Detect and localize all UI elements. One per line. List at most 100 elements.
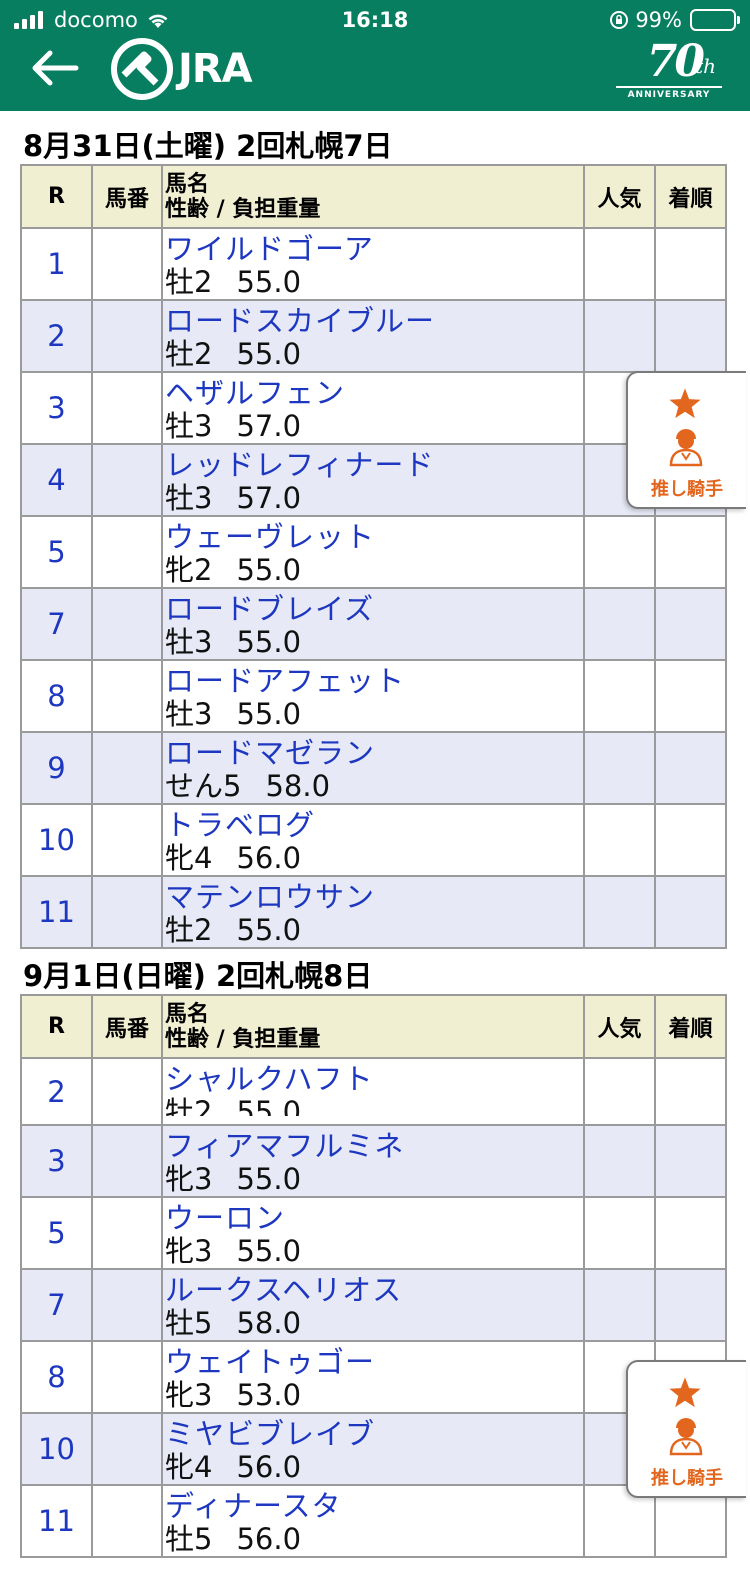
- horse-name-link[interactable]: レッドレフィナード: [165, 449, 582, 482]
- carried-weight: 55.0: [236, 337, 302, 371]
- star-icon: [669, 1377, 701, 1408]
- horse-name-link[interactable]: ディナースタ: [165, 1490, 582, 1523]
- table-row[interactable]: 2 ロードスカイブルー 牡2 55.0: [20, 299, 727, 373]
- finish-cell: [654, 875, 727, 949]
- race-number-link[interactable]: 1: [20, 227, 93, 301]
- horse-name-link[interactable]: ヘザルフェン: [165, 377, 582, 410]
- race-number-link[interactable]: 9: [20, 731, 93, 805]
- race-number-link[interactable]: 3: [20, 371, 93, 445]
- horse-name-link[interactable]: ルークスヘリオス: [165, 1274, 582, 1307]
- back-arrow-icon[interactable]: [26, 44, 82, 92]
- horse-name-link[interactable]: フィアマフルミネ: [165, 1130, 582, 1163]
- carried-weight: 55.0: [236, 625, 302, 659]
- carried-weight: 58.0: [236, 1306, 302, 1340]
- horse-name-link[interactable]: シャルクハフト: [165, 1063, 582, 1096]
- horse-name-link[interactable]: ウェーヴレット: [165, 521, 582, 554]
- race-number-link[interactable]: 8: [20, 1340, 93, 1414]
- popularity-cell: [583, 227, 656, 301]
- umaban-cell: [91, 1340, 163, 1414]
- finish-cell: [654, 659, 727, 733]
- horse-info: 牝3 55.0: [165, 1234, 582, 1268]
- star-icon: [669, 388, 701, 419]
- horse-name-link[interactable]: ロードスカイブルー: [165, 305, 582, 338]
- oshi-jockey-label: 推し騎手: [651, 479, 723, 500]
- horse-name-link[interactable]: マテンロウサン: [165, 881, 582, 914]
- sex-age: 牝4: [165, 1450, 213, 1484]
- battery-icon: [690, 9, 740, 31]
- entries-table: R 馬番 馬名 性齢 / 負担重量 人気 着順 2 シャルクハフト 牡2 55.0 3 フィ…: [20, 994, 727, 1558]
- oshi-jockey-button[interactable]: 推し騎手: [626, 1360, 746, 1498]
- horse-cell: ウェイトゥゴー 牝3 53.0: [161, 1340, 585, 1414]
- horse-cell: ロードマゼラン せん5 58.0: [161, 731, 585, 805]
- popularity-cell: [583, 731, 656, 805]
- horse-info: 牡5 56.0: [165, 1523, 582, 1556]
- jra-emblem-icon: [111, 38, 173, 100]
- table-row[interactable]: 4 レッドレフィナード 牡3 57.0: [20, 443, 727, 517]
- horse-cell: ウーロン 牝3 55.0: [161, 1196, 585, 1270]
- table-row[interactable]: 3 フィアマフルミネ 牝3 55.0: [20, 1124, 727, 1198]
- horse-cell: ロードブレイズ 牡3 55.0: [161, 587, 585, 661]
- horse-info: 牝3 53.0: [165, 1378, 582, 1412]
- race-number-link[interactable]: 2: [20, 1057, 93, 1126]
- carried-weight: 55.0: [236, 1234, 302, 1268]
- race-number-link[interactable]: 11: [20, 875, 93, 949]
- horse-cell: ルークスヘリオス 牡5 58.0: [161, 1268, 585, 1342]
- col-header-r: R: [20, 994, 93, 1059]
- race-number-link[interactable]: 10: [20, 1412, 93, 1486]
- horse-name-link[interactable]: トラベログ: [165, 809, 582, 842]
- horse-name-link[interactable]: ミヤビブレイブ: [165, 1418, 582, 1451]
- table-row[interactable]: 1 ワイルドゴーア 牡2 55.0: [20, 227, 727, 301]
- race-number-link[interactable]: 11: [20, 1484, 93, 1558]
- race-number-link[interactable]: 7: [20, 587, 93, 661]
- horse-name-link[interactable]: ウェイトゥゴー: [165, 1346, 582, 1379]
- race-number-link[interactable]: 5: [20, 1196, 93, 1270]
- col-header-popularity: 人気: [583, 994, 656, 1059]
- table-row[interactable]: 5 ウェーヴレット 牝2 55.0: [20, 515, 727, 589]
- oshi-jockey-button[interactable]: 推し騎手: [626, 371, 746, 509]
- horse-name-link[interactable]: ロードマゼラン: [165, 737, 582, 770]
- table-row[interactable]: 10 ミヤビブレイブ 牝4 56.0: [20, 1412, 727, 1486]
- horse-name-link[interactable]: ウーロン: [165, 1202, 582, 1235]
- race-number-link[interactable]: 3: [20, 1124, 93, 1198]
- race-number-link[interactable]: 7: [20, 1268, 93, 1342]
- carried-weight: 53.0: [236, 1378, 302, 1412]
- horse-info: 牡2 55.0: [165, 265, 582, 299]
- table-row[interactable]: 9 ロードマゼラン せん5 58.0: [20, 731, 727, 805]
- table-row[interactable]: 7 ロードブレイズ 牡3 55.0: [20, 587, 727, 661]
- sex-age: 牝2: [165, 553, 213, 587]
- horse-name-link[interactable]: ロードブレイズ: [165, 593, 582, 626]
- race-number-link[interactable]: 5: [20, 515, 93, 589]
- sex-age: 牡2: [165, 337, 213, 371]
- finish-cell: [654, 1057, 727, 1126]
- sex-age: せん5: [165, 769, 242, 803]
- col-header-umaban: 馬番: [91, 994, 163, 1059]
- table-row[interactable]: 7 ルークスヘリオス 牡5 58.0: [20, 1268, 727, 1342]
- table-row[interactable]: 8 ウェイトゥゴー 牝3 53.0: [20, 1340, 727, 1414]
- horse-name-link[interactable]: ワイルドゴーア: [165, 233, 582, 266]
- race-number-link[interactable]: 4: [20, 443, 93, 517]
- table-row[interactable]: 5 ウーロン 牝3 55.0: [20, 1196, 727, 1270]
- col-header-name: 馬名 性齢 / 負担重量: [161, 994, 585, 1059]
- race-number-link[interactable]: 8: [20, 659, 93, 733]
- table-row[interactable]: 11 マテンロウサン 牡2 55.0: [20, 875, 727, 949]
- battery-percent: 99%: [635, 8, 682, 32]
- horse-cell: シャルクハフト 牡2 55.0: [161, 1057, 585, 1126]
- horse-name-link[interactable]: ロードアフェット: [165, 665, 582, 698]
- race-number-link[interactable]: 2: [20, 299, 93, 373]
- anniversary-number: 70: [646, 36, 705, 87]
- col-header-name: 馬名 性齢 / 負担重量: [161, 164, 585, 229]
- table-row[interactable]: 10 トラベログ 牝4 56.0: [20, 803, 727, 877]
- table-row[interactable]: 8 ロードアフェット 牡3 55.0: [20, 659, 727, 733]
- table-row[interactable]: 3 ヘザルフェン 牡3 57.0: [20, 371, 727, 445]
- umaban-cell: [91, 659, 163, 733]
- popularity-cell: [583, 1057, 656, 1126]
- horse-cell: ディナースタ 牡5 56.0: [161, 1484, 585, 1558]
- finish-cell: [654, 587, 727, 661]
- sex-age: 牝3: [165, 1162, 213, 1196]
- table-row[interactable]: 11 ディナースタ 牡5 56.0: [20, 1484, 727, 1558]
- carried-weight: 56.0: [236, 841, 302, 875]
- table-row[interactable]: 2 シャルクハフト 牡2 55.0: [20, 1057, 727, 1126]
- sex-age: 牡2: [165, 265, 213, 299]
- sex-age: 牝4: [165, 841, 213, 875]
- race-number-link[interactable]: 10: [20, 803, 93, 877]
